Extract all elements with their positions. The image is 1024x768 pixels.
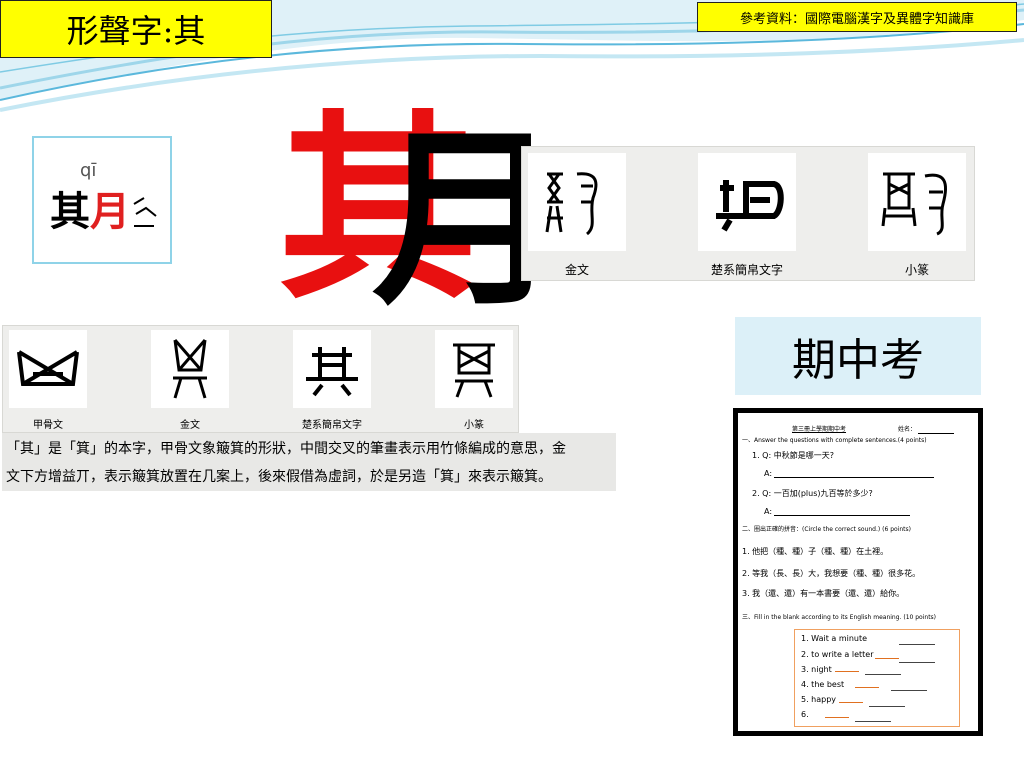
bronze-qi-image <box>151 330 229 408</box>
arrow-icon <box>855 687 879 688</box>
bronze-qi-glyph <box>173 339 207 399</box>
main-character: 其 月 <box>278 100 562 330</box>
fill-item: 1. Wait a minute <box>801 634 868 643</box>
worksheet-a1: A: <box>764 469 773 478</box>
worksheet-q2: 2. Q: 一百加(plus)九百等於多少? <box>752 489 873 498</box>
fill-line <box>891 690 927 691</box>
chu-qi-image <box>293 330 371 408</box>
fill-line <box>899 662 935 663</box>
worksheet-title: 第三冊上學期期中考 <box>792 426 847 433</box>
label-chu-qi: 楚系簡帛文字 <box>302 420 362 431</box>
answer-line-1 <box>774 477 934 478</box>
pinyin-card-character: 其月 <box>50 190 130 234</box>
fill-item: 3. night <box>801 665 832 674</box>
reference-label: 參考資料：國際電腦漢字及異體字知識庫 <box>697 2 1017 32</box>
label-bronze-script: 金文 <box>564 263 589 277</box>
fill-item: 2. to write a letter <box>801 650 874 659</box>
worksheet-name-label: 姓名： <box>898 426 917 433</box>
chu-bamboo-script-image <box>698 153 796 251</box>
arrow-icon <box>839 702 863 703</box>
arrow-icon <box>875 658 899 659</box>
bronze-script-glyph <box>545 172 598 236</box>
description-line-1: 「其」是「箕」的本字，甲骨文象簸箕的形狀，中間交叉的筆畫表示用竹條編成的意思，金 <box>6 441 566 457</box>
midterm-label: 期中考 <box>735 317 981 395</box>
worksheet-a2: A: <box>764 507 773 516</box>
answer-line-2 <box>774 515 910 516</box>
fill-line <box>865 674 901 675</box>
main-character-radical: 月 <box>372 108 562 331</box>
label-chu-bamboo-script: 楚系簡帛文字 <box>710 263 783 277</box>
oracle-bone-image <box>9 330 87 408</box>
ancient-forms-panel-top: 金文 楚系簡帛文字 小篆 <box>521 146 975 281</box>
description-line-2: 文下方增益丌，表示簸箕放置在几案上，後來假借為虛詞，於是另造「箕」來表示簸箕。 <box>6 469 552 485</box>
small-seal-script-glyph <box>881 172 948 236</box>
label-oracle-bone: 甲骨文 <box>33 420 63 431</box>
arrow-icon <box>835 671 859 672</box>
label-bronze-qi: 金文 <box>180 420 200 431</box>
pinyin-text: qī <box>80 160 97 181</box>
pinyin-card: qī 其月 <box>32 136 172 264</box>
seal-qi-glyph <box>453 343 495 398</box>
seal-qi-image <box>435 330 513 408</box>
fill-item: 5. happy <box>801 695 837 704</box>
bronze-script-image <box>528 153 626 251</box>
chu-bamboo-script-glyph <box>716 180 784 232</box>
page-title: 形聲字:其 <box>0 0 272 58</box>
fill-line <box>855 721 891 722</box>
pinyin-card-phonetic: 其 <box>50 189 90 235</box>
etymology-description: 「其」是「箕」的本字，甲骨文象簸箕的形狀，中間交叉的筆畫表示用竹條編成的意思，金… <box>2 433 616 491</box>
oracle-bone-glyph <box>17 350 79 386</box>
stroke-order-icon <box>133 197 157 227</box>
fill-line <box>869 706 905 707</box>
midterm-worksheet: 第三冊上學期期中考 姓名： 一、Answer the questions wit… <box>733 408 983 736</box>
fill-in-box: 1. Wait a minute 2. to write a letter 3.… <box>794 629 960 727</box>
chu-qi-glyph <box>306 347 358 397</box>
fill-item: 4. the best <box>801 680 845 689</box>
worksheet-section-1: 一、Answer the questions with complete sen… <box>742 437 927 444</box>
ancient-forms-panel-left: 甲骨文 金文 楚系簡帛文字 小篆 <box>2 325 519 433</box>
worksheet-q1: 1. Q: 中秋節是哪一天? <box>752 451 834 460</box>
worksheet-s2q3: 3. 我（還、還）有一本書要（還、還）給你。 <box>742 589 905 598</box>
arrow-icon <box>825 717 849 718</box>
worksheet-section-3: 三、Fill in the blank according to its Eng… <box>742 614 937 621</box>
small-seal-script-image <box>868 153 966 251</box>
fill-line <box>899 644 935 645</box>
label-small-seal-script: 小篆 <box>904 263 929 277</box>
fill-item: 6. <box>801 710 809 719</box>
worksheet-s2q1: 1. 他把（種、種）子（種、種）在土裡。 <box>742 547 889 556</box>
name-line <box>918 433 954 434</box>
pinyin-card-radical: 月 <box>90 189 130 235</box>
worksheet-s2q2: 2. 等我（長、長）大，我想要（種、種）很多花。 <box>742 569 921 578</box>
worksheet-section-2: 二、圈出正確的拼音：(Circle the correct sound.) (6… <box>742 526 911 533</box>
label-seal-qi: 小篆 <box>464 420 484 431</box>
